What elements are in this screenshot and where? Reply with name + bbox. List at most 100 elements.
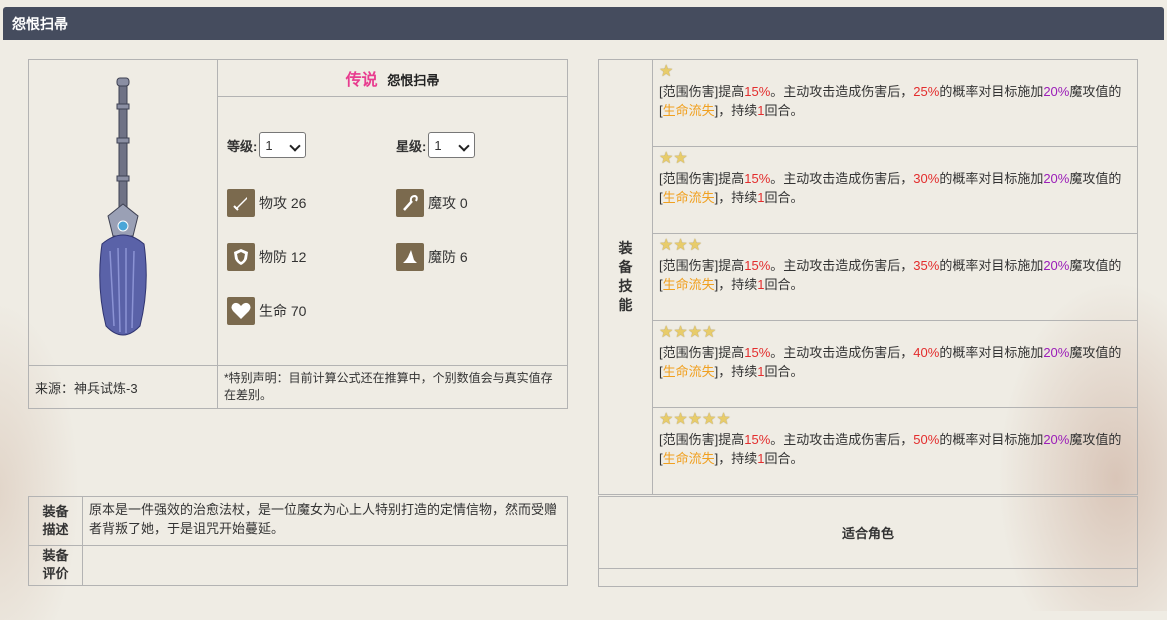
star-rating: ★ ★ — [659, 151, 1131, 169]
chevron-down-icon — [289, 140, 302, 152]
skill-tier-3: ★ ★ ★ [范围伤害]提高15%。主动攻击造成伤害后，35%的概率对目标施加20%魔… — [652, 233, 1138, 321]
description-text: 原本是一件强效的治愈法杖，是一位魔女为心上人特别打造的定情信物，然而受赠者背叛了… — [82, 496, 568, 546]
equipment-skill-table: 装备技能 ★ [范围伤害]提高15%。主动攻击造成伤害后，25%的概率对目标施加2… — [598, 59, 1138, 495]
skill-text-end: 回合。 — [764, 103, 804, 118]
suitable-roles-list — [598, 568, 1138, 587]
review-text — [82, 544, 568, 587]
star-level-label: 星级: — [396, 138, 427, 154]
skill-text-mid2: 的概率对目标施加 — [939, 258, 1044, 273]
star-icon: ★ — [687, 237, 703, 254]
review-header: 装备 评价 — [28, 544, 83, 587]
page-title: 怨恨扫帚 — [3, 7, 1164, 40]
star-icon: ★ — [687, 411, 703, 428]
skill-description: [范围伤害]提高15%。主动攻击造成伤害后，30%的概率对目标施加20%魔攻值的… — [659, 169, 1131, 207]
skill-text-mid: 。主动攻击造成伤害后， — [770, 171, 914, 186]
skill-text-suffix: ]，持续 — [714, 364, 758, 379]
skill-text-ratio: 20% — [1043, 432, 1070, 447]
description-header: 装备 描述 — [28, 496, 83, 546]
skill-description: [范围伤害]提高15%。主动攻击造成伤害后，35%的概率对目标施加20%魔攻值的… — [659, 256, 1131, 294]
star-icon: ★ — [673, 150, 688, 167]
skill-text-ratio: 20% — [1043, 171, 1070, 186]
skill-tier-5: ★ ★ ★ ★ ★ [范围伤害]提高15%。主动攻击造成伤害后，50%的概率对目标施加20… — [652, 407, 1138, 495]
skill-description: [范围伤害]提高15%。主动攻击造成伤害后，40%的概率对目标施加20%魔攻值的… — [659, 343, 1131, 381]
skill-text-suffix: ]，持续 — [714, 103, 758, 118]
skill-description: [范围伤害]提高15%。主动攻击造成伤害后，50%的概率对目标施加20%魔攻值的… — [659, 430, 1131, 468]
skill-text-mid: 。主动攻击造成伤害后， — [770, 345, 914, 360]
suitable-roles-table: 适合角色 — [598, 496, 1138, 587]
star-rating: ★ ★ ★ ★ ★ — [659, 412, 1131, 430]
suitable-roles-header: 适合角色 — [598, 496, 1138, 569]
level-select[interactable]: 1 — [259, 132, 307, 158]
stat-physical-attack: 物攻 26 — [227, 189, 306, 217]
skill-text-mid2: 的概率对目标施加 — [939, 171, 1044, 186]
skill-text-suffix: ]，持续 — [714, 190, 758, 205]
skill-text-ratio: 20% — [1043, 84, 1070, 99]
skill-text-boost: 15% — [744, 258, 771, 273]
skill-text-mid2: 的概率对目标施加 — [939, 345, 1044, 360]
star-level-select[interactable]: 1 — [428, 132, 476, 158]
star-icon: ★ — [716, 411, 731, 428]
description-table: 装备 描述 原本是一件强效的治愈法杖，是一位魔女为心上人特别打造的定情信物，然而受… — [28, 496, 568, 587]
skill-text-mid2: 的概率对目标施加 — [939, 84, 1044, 99]
skill-text-turns: 1 — [757, 277, 765, 292]
star-level-select-value: 1 — [434, 137, 442, 153]
skill-description: [范围伤害]提高15%。主动攻击造成伤害后，25%的概率对目标施加20%魔攻值的… — [659, 82, 1131, 120]
item-source: 来源：神兵试炼-3 — [28, 365, 218, 409]
skill-text-effect: 生命流失 — [662, 103, 715, 118]
item-name: 怨恨扫帚 — [387, 73, 440, 88]
heart-icon — [227, 297, 255, 325]
star-rating: ★ ★ ★ ★ — [659, 325, 1131, 343]
stat-physical-defense: 物防 12 — [227, 243, 306, 271]
level-row: 等级: 1 — [227, 132, 307, 158]
star-icon: ★ — [659, 411, 674, 428]
skill-text-end: 回合。 — [764, 364, 804, 379]
wizard-hat-icon — [396, 243, 424, 271]
skill-text-end: 回合。 — [764, 277, 804, 292]
skill-text-boost: 15% — [744, 432, 771, 447]
broom-image — [99, 77, 147, 336]
star-icon: ★ — [659, 237, 674, 254]
star-icon: ★ — [702, 324, 717, 341]
skill-header: 装备技能 — [598, 59, 653, 495]
skill-text-prefix: [范围伤害]提高 — [659, 432, 745, 447]
skill-text-chance: 35% — [913, 258, 940, 273]
skill-tier-2: ★ ★ [范围伤害]提高15%。主动攻击造成伤害后，30%的概率对目标施加20%魔攻… — [652, 146, 1138, 234]
star-icon: ★ — [659, 150, 674, 167]
skill-text-chance: 30% — [913, 171, 940, 186]
rarity-label: 传说 — [345, 70, 378, 89]
skill-text-turns: 1 — [757, 190, 765, 205]
skill-text-turns: 1 — [757, 451, 765, 466]
skill-text-suffix: ]，持续 — [714, 451, 758, 466]
skill-text-effect: 生命流失 — [662, 451, 715, 466]
skill-tier-4: ★ ★ ★ ★ [范围伤害]提高15%。主动攻击造成伤害后，40%的概率对目标施加20%… — [652, 320, 1138, 408]
star-icon: ★ — [673, 237, 688, 254]
skill-text-boost: 15% — [744, 84, 771, 99]
stat-magic-defense: 魔防 6 — [396, 243, 468, 271]
star-icon: ★ — [659, 324, 674, 341]
star-icon: ★ — [687, 324, 703, 341]
skill-text-prefix: [范围伤害]提高 — [659, 171, 745, 186]
skill-text-mid: 。主动攻击造成伤害后， — [770, 258, 914, 273]
star-level-row: 星级: 1 — [396, 132, 476, 158]
stat-hp: 生命 70 — [227, 297, 306, 325]
skill-text-mid2: 的概率对目标施加 — [939, 432, 1044, 447]
stats-cell: 等级: 1 星级: 1 物攻 26 魔攻 0 物防 12 魔防 6 生命 70 — [217, 96, 568, 366]
skill-text-end: 回合。 — [764, 451, 804, 466]
skill-text-effect: 生命流失 — [662, 190, 715, 205]
skill-text-end: 回合。 — [764, 190, 804, 205]
skill-text-prefix: [范围伤害]提高 — [659, 84, 745, 99]
item-name-cell: 传说 怨恨扫帚 — [217, 59, 568, 97]
skill-text-prefix: [范围伤害]提高 — [659, 258, 745, 273]
star-icon: ★ — [673, 324, 688, 341]
skill-text-boost: 15% — [744, 171, 771, 186]
skill-tier-1: ★ [范围伤害]提高15%。主动攻击造成伤害后，25%的概率对目标施加20%魔攻值… — [652, 59, 1138, 147]
level-select-value: 1 — [265, 137, 273, 153]
item-image-cell — [28, 59, 218, 366]
skill-text-turns: 1 — [757, 364, 765, 379]
skill-text-effect: 生命流失 — [662, 364, 715, 379]
star-icon: ★ — [659, 63, 674, 80]
star-icon: ★ — [702, 411, 717, 428]
skill-text-turns: 1 — [757, 103, 765, 118]
skill-text-mid: 。主动攻击造成伤害后， — [770, 432, 914, 447]
star-icon: ★ — [673, 411, 688, 428]
